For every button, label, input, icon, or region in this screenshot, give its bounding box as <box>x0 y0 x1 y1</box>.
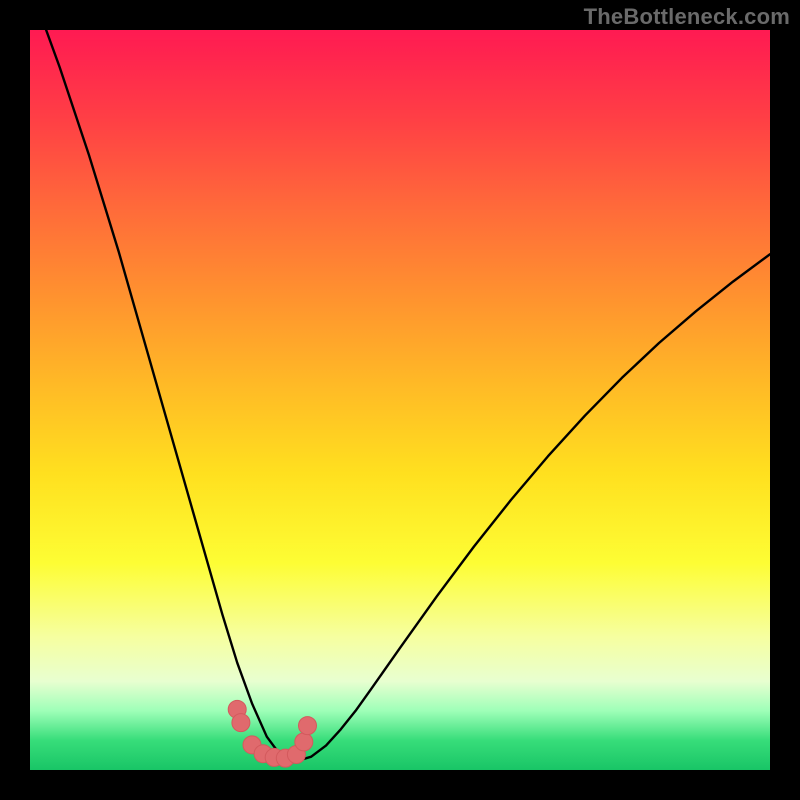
curve-marker-group <box>228 700 316 767</box>
plot-area <box>30 30 770 770</box>
chart-stage: TheBottleneck.com <box>0 0 800 800</box>
curve-marker <box>295 733 313 751</box>
chart-svg <box>30 30 770 770</box>
bottleneck-curve-path <box>30 30 770 761</box>
watermark-text: TheBottleneck.com <box>584 4 790 30</box>
curve-marker <box>232 714 250 732</box>
bottleneck-curve <box>30 30 770 761</box>
curve-marker <box>299 717 317 735</box>
